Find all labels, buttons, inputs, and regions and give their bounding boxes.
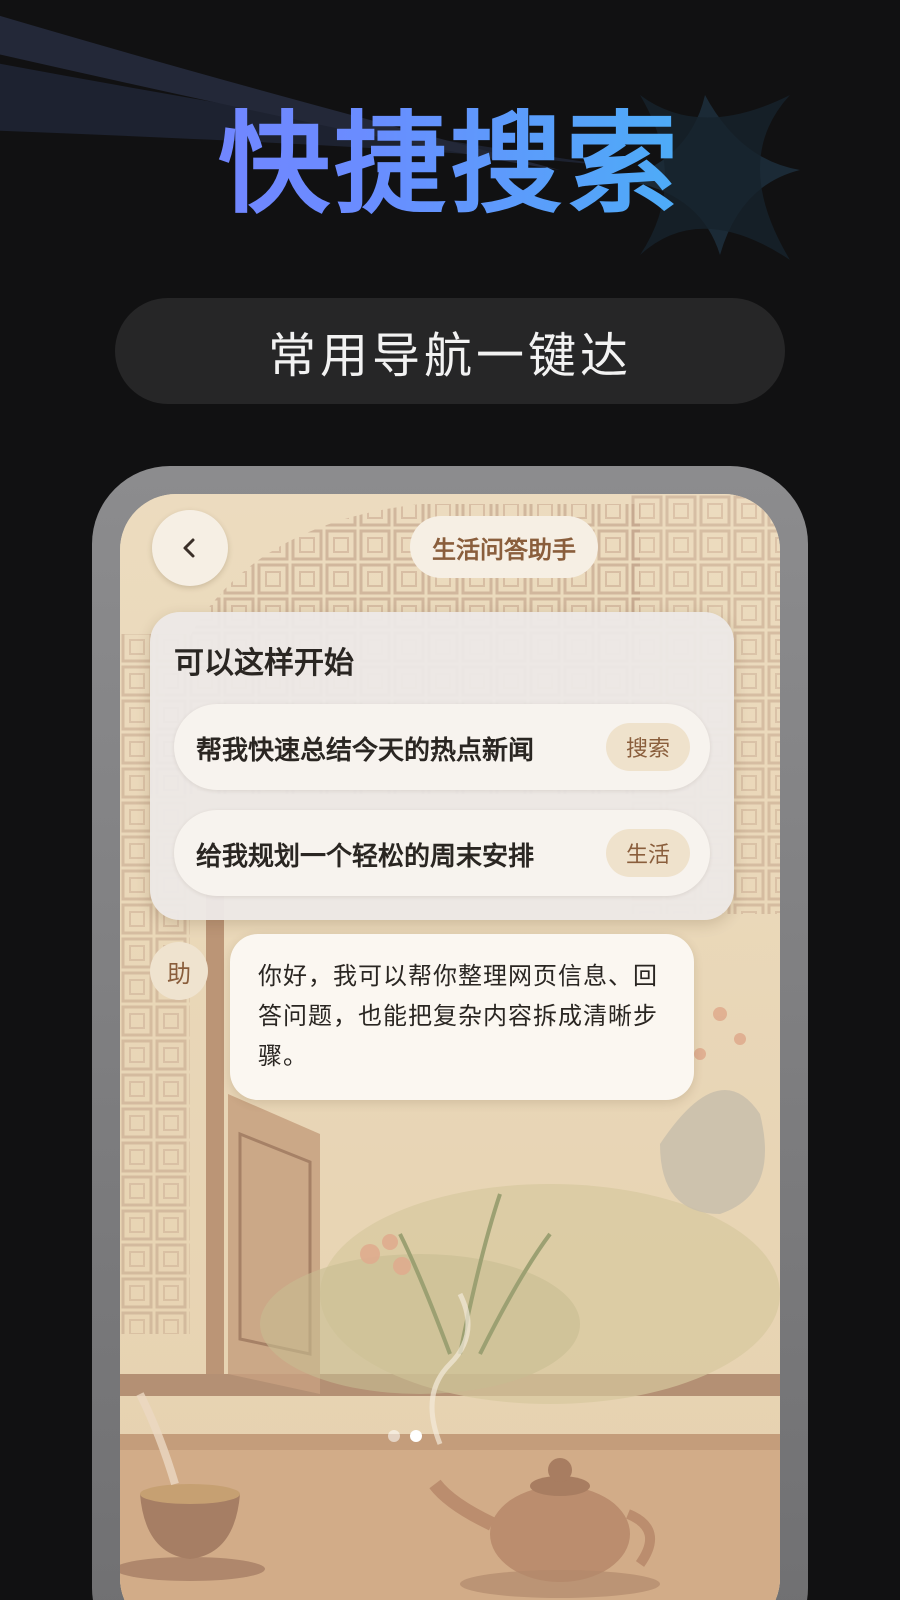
- carousel-dot[interactable]: [388, 1430, 400, 1442]
- back-button[interactable]: [152, 510, 228, 586]
- starter-prompts-card: 可以这样开始 帮我快速总结今天的热点新闻 搜索 给我规划一个轻松的周末安排 生活: [150, 612, 734, 920]
- assistant-message-bubble: 你好，我可以帮你整理网页信息、回答问题，也能把复杂内容拆成清晰步骤。: [230, 934, 694, 1100]
- carousel-dot-active[interactable]: [410, 1430, 422, 1442]
- suggestion-chip[interactable]: 给我规划一个轻松的周末安排 生活: [174, 810, 710, 896]
- subtitle-pill: 常用导航一键达: [115, 298, 785, 404]
- assistant-title-pill: 生活问答助手: [410, 516, 598, 578]
- assistant-message-text: 你好，我可以帮你整理网页信息、回答问题，也能把复杂内容拆成清晰步骤。: [258, 962, 658, 1070]
- category-tag: 搜索: [606, 723, 690, 771]
- carousel-dots: [388, 1430, 422, 1442]
- hero-title: 快捷搜索: [0, 108, 900, 220]
- chevron-left-icon: [183, 538, 195, 558]
- hero-subtitle: 常用导航一键达: [267, 328, 632, 384]
- promo-page: 快捷搜索 常用导航一键达 生活问答助手 可以这样开始 帮我快速总结今天的热点新闻…: [0, 0, 900, 1600]
- card-title: 可以这样开始: [174, 646, 354, 681]
- suggestion-text: 帮我快速总结今天的热点新闻: [196, 736, 535, 766]
- suggestion-chip[interactable]: 帮我快速总结今天的热点新闻 搜索: [174, 704, 710, 790]
- suggestion-text: 给我规划一个轻松的周末安排: [196, 842, 535, 872]
- category-tag: 生活: [606, 829, 690, 877]
- phone-screen: 生活问答助手 可以这样开始 帮我快速总结今天的热点新闻 搜索 给我规划一个轻松的…: [120, 494, 780, 1600]
- assistant-avatar: 助: [150, 942, 208, 1000]
